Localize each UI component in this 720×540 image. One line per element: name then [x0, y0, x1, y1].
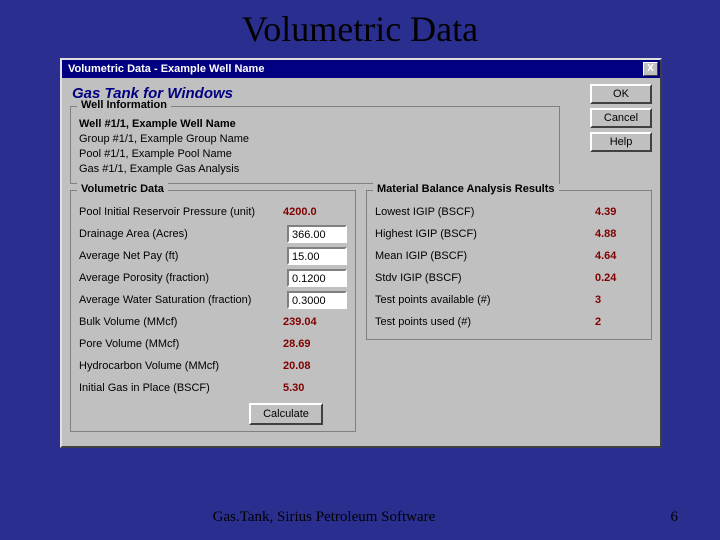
gas-analysis: Gas #1/1, Example Gas Analysis: [79, 162, 551, 177]
mean-igip-value: 4.64: [595, 250, 643, 262]
low-igip-label: Lowest IGIP (BSCF): [375, 206, 595, 218]
slide-footer: Gas.Tank, Sirius Petroleum Software 6: [0, 509, 720, 526]
volumetric-legend: Volumetric Data: [77, 183, 168, 195]
porosity-input[interactable]: 0.1200: [287, 269, 347, 287]
slide-title: Volumetric Data: [0, 0, 720, 56]
well-info-legend: Well Information: [77, 99, 171, 111]
high-igip-value: 4.88: [595, 228, 643, 240]
pressure-label: Pool Initial Reservoir Pressure (unit): [79, 206, 283, 218]
used-value: 2: [595, 316, 643, 328]
titlebar: Volumetric Data - Example Well Name X: [62, 60, 660, 78]
volumetric-group: Volumetric Data Pool Initial Reservoir P…: [70, 190, 356, 432]
stdv-igip-label: Stdv IGIP (BSCF): [375, 272, 595, 284]
well-info-group: Well Information Well #1/1, Example Well…: [70, 106, 560, 184]
stdv-igip-value: 0.24: [595, 272, 643, 284]
igip-value: 5.30: [283, 382, 347, 394]
help-button[interactable]: Help: [590, 132, 652, 152]
mean-igip-label: Mean IGIP (BSCF): [375, 250, 595, 262]
pore-value: 28.69: [283, 338, 347, 350]
netpay-input[interactable]: 15.00: [287, 247, 347, 265]
hc-value: 20.08: [283, 360, 347, 372]
pressure-value: 4200.0: [283, 206, 347, 218]
low-igip-value: 4.39: [595, 206, 643, 218]
hc-label: Hydrocarbon Volume (MMcf): [79, 360, 283, 372]
ok-button[interactable]: OK: [590, 84, 652, 104]
used-label: Test points used (#): [375, 316, 595, 328]
pool-name: Pool #1/1, Example Pool Name: [79, 147, 551, 162]
igip-label: Initial Gas in Place (BSCF): [79, 382, 283, 394]
avail-value: 3: [595, 294, 643, 306]
pore-label: Pore Volume (MMcf): [79, 338, 283, 350]
close-button[interactable]: X: [643, 62, 658, 76]
page-number: 6: [648, 509, 678, 526]
bulk-label: Bulk Volume (MMcf): [79, 316, 283, 328]
group-name: Group #1/1, Example Group Name: [79, 132, 551, 147]
sw-input[interactable]: 0.3000: [287, 291, 347, 309]
dialog-window: Volumetric Data - Example Well Name X Ga…: [60, 58, 662, 448]
high-igip-label: Highest IGIP (BSCF): [375, 228, 595, 240]
mbar-legend: Material Balance Analysis Results: [373, 183, 559, 195]
mbar-group: Material Balance Analysis Results Lowest…: [366, 190, 652, 340]
calculate-button[interactable]: Calculate: [249, 403, 323, 425]
avail-label: Test points available (#): [375, 294, 595, 306]
bulk-value: 239.04: [283, 316, 347, 328]
window-title: Volumetric Data - Example Well Name: [68, 63, 264, 75]
well-name: Well #1/1, Example Well Name: [79, 117, 551, 132]
footer-text: Gas.Tank, Sirius Petroleum Software: [0, 509, 648, 526]
area-label: Drainage Area (Acres): [79, 228, 287, 240]
area-input[interactable]: 366.00: [287, 225, 347, 243]
netpay-label: Average Net Pay (ft): [79, 250, 287, 262]
sw-label: Average Water Saturation (fraction): [79, 294, 287, 306]
porosity-label: Average Porosity (fraction): [79, 272, 287, 284]
cancel-button[interactable]: Cancel: [590, 108, 652, 128]
